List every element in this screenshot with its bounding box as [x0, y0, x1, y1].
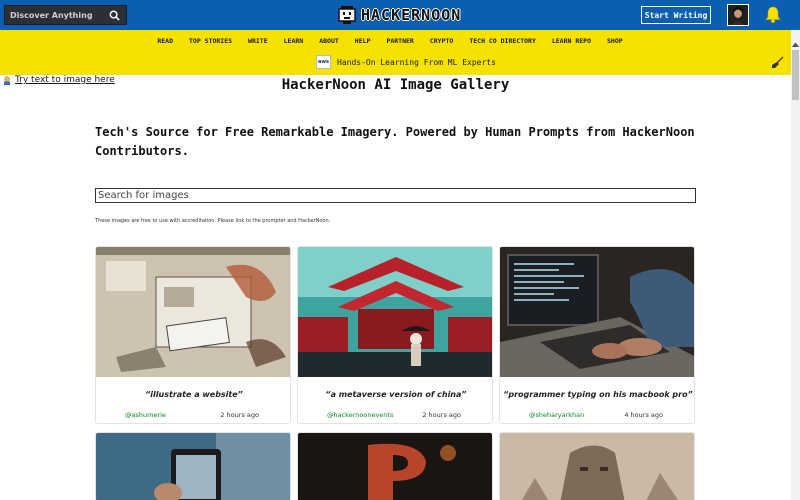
nav-link-read[interactable]: READ: [157, 37, 173, 45]
card-timestamp: 4 hours ago: [624, 411, 663, 419]
hackernoon-logo-icon: [338, 6, 356, 24]
card-author[interactable]: @sheharyarkhan: [529, 411, 584, 419]
bell-icon[interactable]: [765, 6, 781, 23]
gallery-card[interactable]: [297, 432, 493, 500]
aws-logo: aws: [316, 55, 331, 69]
promo-banner[interactable]: aws Hands-On Learning From ML Experts: [316, 55, 496, 69]
top-header: HACKERNOON Start Writing: [0, 0, 800, 30]
nav-link-shop[interactable]: SHOP: [607, 37, 623, 45]
nav-link-top-stories[interactable]: TOP STORIES: [189, 37, 232, 45]
card-image-illustrate-website[interactable]: [96, 247, 291, 377]
card-author[interactable]: @ashumerie: [125, 411, 166, 419]
page-title: HackerNoon AI Image Gallery: [281, 77, 510, 93]
user-avatar[interactable]: [727, 4, 749, 26]
card-author[interactable]: @hackernoonevents: [327, 411, 393, 419]
gallery-card[interactable]: “a metaverse version of china” @hackerno…: [297, 246, 493, 424]
page-tagline: Tech's Source for Free Remarkable Imager…: [95, 125, 695, 158]
scroll-thumb[interactable]: [792, 50, 799, 100]
nav-link-help[interactable]: HELP: [355, 37, 371, 45]
logo-wordmark: HACKERNOON: [361, 6, 462, 24]
usage-notice: These images are free to use with accred…: [95, 218, 331, 224]
card-image-stone-face[interactable]: [500, 433, 695, 500]
nav-link-crypto[interactable]: CRYPTO: [430, 37, 453, 45]
nav-link-about[interactable]: ABOUT: [319, 37, 339, 45]
card-caption: “a metaverse version of china”: [325, 390, 467, 399]
card-image-programmer-macbook[interactable]: [500, 247, 695, 377]
scroll-up-arrow-icon[interactable]: [791, 41, 800, 48]
nav-link-partner[interactable]: PARTNER: [386, 37, 413, 45]
card-timestamp: 2 hours ago: [220, 411, 259, 419]
gallery-card[interactable]: [499, 432, 695, 500]
nav-link-write[interactable]: WRITE: [248, 37, 268, 45]
promo-text: Hands-On Learning From ML Experts: [337, 57, 496, 67]
card-image-phone-in-hand[interactable]: [96, 433, 291, 500]
gallery-card[interactable]: “illustrate a website” @ashumerie 2 hour…: [95, 246, 291, 424]
site-search-input[interactable]: [5, 6, 105, 24]
card-caption: “illustrate a website”: [145, 390, 243, 399]
card-image-metaverse-china[interactable]: [298, 247, 493, 377]
hackernoon-logo[interactable]: HACKERNOON: [338, 4, 461, 26]
broom-icon[interactable]: [772, 56, 784, 68]
start-writing-button[interactable]: Start Writing: [641, 6, 711, 24]
gallery-card[interactable]: “programmer typing on his macbook pro” @…: [499, 246, 695, 424]
image-search-input[interactable]: [95, 188, 696, 203]
nav-link-learn-repo[interactable]: LEARN REPO: [552, 37, 591, 45]
nav-link-learn[interactable]: LEARN: [284, 37, 304, 45]
card-timestamp: 2 hours ago: [422, 411, 461, 419]
avatar-portrait-icon: [728, 5, 748, 25]
card-image-fiery-letter[interactable]: [298, 433, 493, 500]
gallery-card[interactable]: [95, 432, 291, 500]
nav-links: READ TOP STORIES WRITE LEARN ABOUT HELP …: [0, 37, 780, 45]
search-icon[interactable]: [109, 10, 120, 21]
card-caption: “programmer typing on his macbook pro”: [503, 390, 693, 399]
site-search[interactable]: [4, 5, 127, 25]
page-scrollbar[interactable]: [791, 30, 800, 500]
nav-link-tech-co-directory[interactable]: TECH CO DIRECTORY: [469, 37, 536, 45]
